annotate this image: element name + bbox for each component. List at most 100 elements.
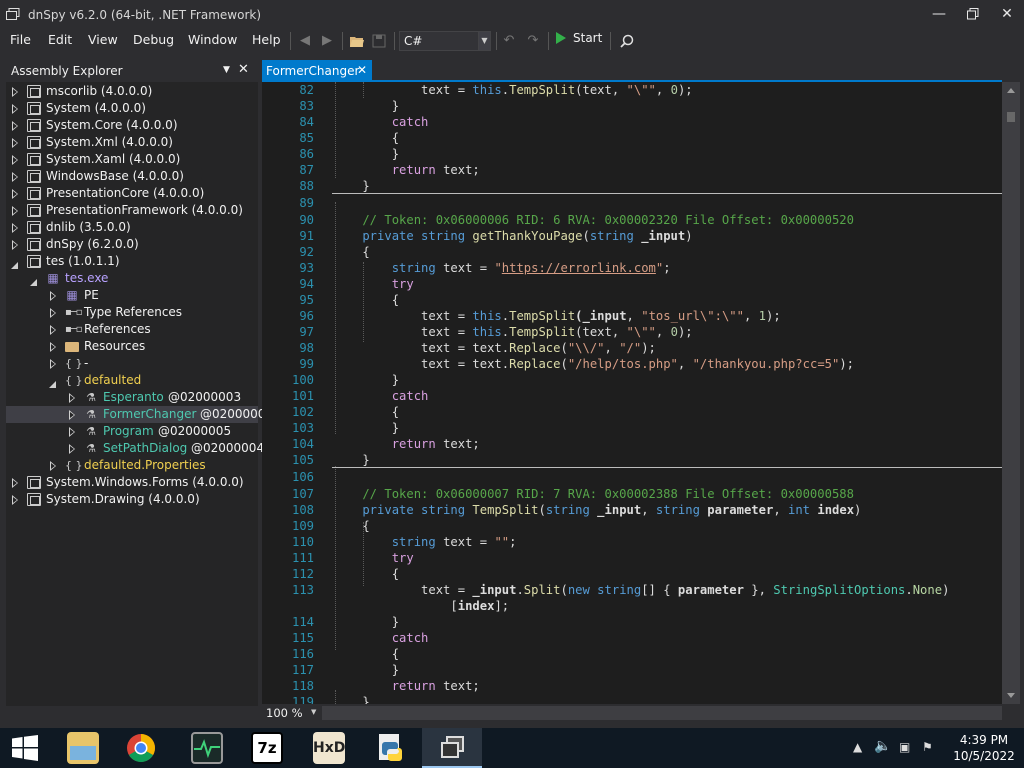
menu-window[interactable]: Window xyxy=(188,32,237,47)
scroll-up-icon[interactable] xyxy=(1007,88,1015,93)
collapsed-arrow-icon[interactable] xyxy=(12,138,18,148)
open-button[interactable] xyxy=(348,32,366,50)
collapsed-arrow-icon[interactable] xyxy=(12,478,18,488)
undo-button[interactable]: ↶ xyxy=(500,32,518,50)
panel-options-button[interactable]: ▼ xyxy=(223,65,230,75)
taskbar-hxd[interactable]: HxD xyxy=(298,728,358,768)
menu-help[interactable]: Help xyxy=(252,32,281,47)
code-line-wrap: [index]; xyxy=(333,599,510,613)
collapsed-arrow-icon[interactable] xyxy=(12,189,18,199)
tree-item[interactable]: { } - xyxy=(6,355,258,372)
expanded-arrow-icon[interactable] xyxy=(49,374,56,388)
expanded-arrow-icon[interactable] xyxy=(30,272,37,286)
collapsed-arrow-icon[interactable] xyxy=(69,444,75,454)
start-debugging-button[interactable]: Start xyxy=(556,31,602,51)
tree-item[interactable]: dnlib (3.5.0.0) xyxy=(6,219,258,236)
tree-item[interactable]: ▦ tes.exe xyxy=(6,270,258,287)
tree-item[interactable]: PresentationCore (4.0.0.0) xyxy=(6,185,258,202)
taskbar-resource-monitor[interactable] xyxy=(176,728,236,768)
navigate-forward-button[interactable]: ▶ xyxy=(318,32,336,50)
collapsed-arrow-icon[interactable] xyxy=(12,87,18,97)
save-button[interactable] xyxy=(370,32,388,50)
tree-item[interactable]: { } defaulted xyxy=(6,372,258,389)
search-button[interactable] xyxy=(618,32,636,50)
taskbar-dnspy[interactable] xyxy=(422,728,482,768)
collapsed-arrow-icon[interactable] xyxy=(12,104,18,114)
tree-item-label: System.Windows.Forms (4.0.0.0) xyxy=(46,475,244,489)
collapsed-arrow-icon[interactable] xyxy=(12,121,18,131)
collapsed-arrow-icon[interactable] xyxy=(12,495,18,505)
assembly-icon xyxy=(27,102,41,115)
horizontal-scrollbar[interactable] xyxy=(322,706,1002,720)
collapsed-arrow-icon[interactable] xyxy=(50,461,56,471)
collapsed-arrow-icon[interactable] xyxy=(12,223,18,233)
tree-item[interactable]: ⚗ SetPathDialog @02000004 xyxy=(6,440,264,457)
taskbar-python[interactable] xyxy=(360,728,420,768)
system-clock[interactable]: 4:39 PM 10/5/2022 xyxy=(950,732,1018,764)
tree-item[interactable]: System.Core (4.0.0.0) xyxy=(6,117,258,134)
vertical-scrollbar[interactable] xyxy=(1002,82,1020,704)
tree-item-label: defaulted xyxy=(84,373,142,387)
tree-item[interactable]: ⚗ FormerChanger @02000002 xyxy=(6,406,273,423)
tree-item[interactable]: System (4.0.0.0) xyxy=(6,100,258,117)
tab-formerchanger[interactable]: FormerChanger ✕ xyxy=(262,60,372,82)
collapsed-arrow-icon[interactable] xyxy=(69,410,75,420)
action-center-icon[interactable]: ⚑ xyxy=(922,740,933,754)
collapsed-arrow-icon[interactable] xyxy=(69,427,75,437)
collapsed-arrow-icon[interactable] xyxy=(12,206,18,216)
show-hidden-icons-button[interactable]: ▲ xyxy=(853,740,862,754)
tree-item[interactable]: Resources xyxy=(6,338,258,355)
redo-button[interactable]: ↷ xyxy=(524,32,542,50)
menu-edit[interactable]: Edit xyxy=(48,32,72,47)
panel-close-button[interactable]: ✕ xyxy=(238,62,249,77)
restore-button[interactable] xyxy=(956,0,990,30)
menu-debug[interactable]: Debug xyxy=(133,32,174,47)
tree-item[interactable]: mscorlib (4.0.0.0) xyxy=(6,83,258,100)
tree-item[interactable]: ⚗ Program @02000005 xyxy=(6,423,258,440)
tree-item[interactable]: { } defaulted.Properties xyxy=(6,457,258,474)
collapsed-arrow-icon[interactable] xyxy=(50,325,56,335)
scroll-down-icon[interactable] xyxy=(1007,693,1015,698)
expanded-arrow-icon[interactable] xyxy=(11,255,18,269)
navigate-back-button[interactable]: ◀ xyxy=(296,32,314,50)
menu-view[interactable]: View xyxy=(88,32,118,47)
tree-item[interactable]: System.Drawing (4.0.0.0) xyxy=(6,491,258,508)
close-window-button[interactable]: ✕ xyxy=(990,0,1024,30)
tree-item[interactable]: ▪─▫ Type References xyxy=(6,304,258,321)
scroll-thumb[interactable] xyxy=(1007,112,1015,122)
collapsed-arrow-icon[interactable] xyxy=(50,291,56,301)
title-bar: dnSpy v6.2.0 (64-bit, .NET Framework) — … xyxy=(0,0,1024,30)
tree-item[interactable]: PresentationFramework (4.0.0.0) xyxy=(6,202,258,219)
tree-item[interactable]: ⚗ Esperanto @02000003 xyxy=(6,389,258,406)
language-select[interactable]: C# ▼ xyxy=(399,31,491,51)
code-editor[interactable]: 82 text = this.TempSplit(text, "\"", 0);… xyxy=(262,82,1002,704)
tree-item[interactable]: ▦ PE xyxy=(6,287,258,304)
code-line: 93 string text = "https://errorlink.com"… xyxy=(262,260,1002,276)
tree-item[interactable]: WindowsBase (4.0.0.0) xyxy=(6,168,258,185)
volume-muted-icon[interactable]: 🔈 xyxy=(874,738,891,754)
taskbar-chrome[interactable] xyxy=(110,728,170,768)
menu-file[interactable]: File xyxy=(10,32,31,47)
tree-item[interactable]: System.Xaml (4.0.0.0) xyxy=(6,151,258,168)
tab-close-icon[interactable]: ✕ xyxy=(357,63,367,77)
collapsed-arrow-icon[interactable] xyxy=(50,342,56,352)
collapsed-arrow-icon[interactable] xyxy=(12,172,18,182)
collapsed-arrow-icon[interactable] xyxy=(50,359,56,369)
collapsed-arrow-icon[interactable] xyxy=(12,240,18,250)
start-menu-button[interactable] xyxy=(0,728,50,768)
taskbar-7zip[interactable]: 7z xyxy=(236,728,296,768)
tree-item[interactable]: ▪─▫ References xyxy=(6,321,258,338)
collapsed-arrow-icon[interactable] xyxy=(12,155,18,165)
tree-item[interactable]: dnSpy (6.2.0.0) xyxy=(6,236,258,253)
tree-item[interactable]: System.Xml (4.0.0.0) xyxy=(6,134,258,151)
collapsed-arrow-icon[interactable] xyxy=(69,393,75,403)
minimize-button[interactable]: — xyxy=(922,0,956,30)
tree-item[interactable]: System.Windows.Forms (4.0.0.0) xyxy=(6,474,258,491)
collapsed-arrow-icon[interactable] xyxy=(50,308,56,318)
tree-item-label: mscorlib (4.0.0.0) xyxy=(46,84,153,98)
network-icon[interactable]: ▣ xyxy=(899,740,910,754)
line-number: 109 xyxy=(291,519,314,533)
taskbar-file-explorer[interactable] xyxy=(52,728,112,768)
tree-item[interactable]: tes (1.0.1.1) xyxy=(6,253,258,270)
zoom-level-select[interactable]: 100 % ▼ xyxy=(262,704,322,722)
